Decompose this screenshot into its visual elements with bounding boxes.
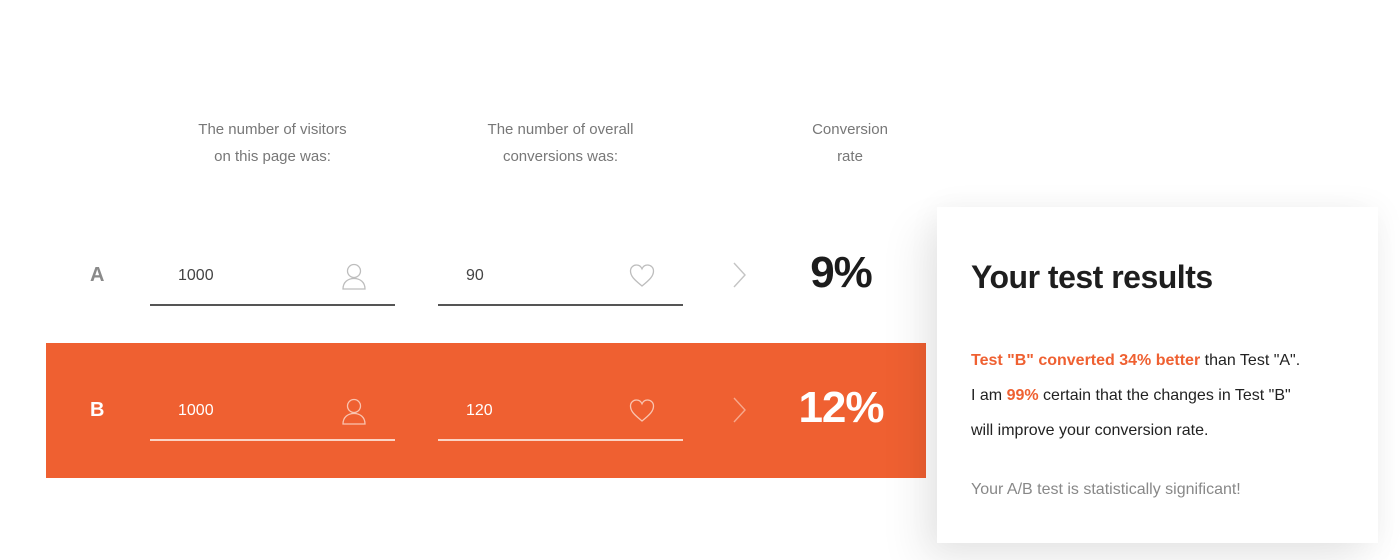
visitors-input-a[interactable] (178, 262, 328, 290)
results-line-1: Test "B" converted 34% better than Test … (971, 343, 1351, 378)
results-line-2-rest: certain that the changes in Test "B" (1038, 387, 1291, 404)
visitors-field-b[interactable] (150, 387, 395, 441)
heart-icon (629, 262, 655, 290)
visitors-input-b[interactable] (178, 397, 328, 425)
chevron-right-icon (732, 397, 746, 423)
conversions-field-b[interactable] (438, 387, 683, 441)
results-line-1-rest: than Test "A". (1200, 352, 1301, 369)
results-summary: Test "B" converted 34% better than Test … (971, 343, 1351, 448)
results-line-2-pre: I am (971, 387, 1007, 404)
conversions-input-a[interactable] (466, 262, 616, 290)
heart-icon (629, 397, 655, 425)
visitors-header-line2: on this page was: (214, 148, 331, 165)
user-icon (341, 262, 367, 290)
rate-header-line2: rate (837, 148, 863, 165)
results-title: Your test results (971, 259, 1213, 295)
visitors-column-header: The number of visitors on this page was: (150, 116, 395, 170)
results-card: Your test results Test "B" converted 34%… (937, 207, 1378, 543)
significance-message: Your A/B test is statistically significa… (971, 481, 1241, 498)
conversions-input-b[interactable] (466, 397, 616, 425)
conversions-column-header: The number of overall conversions was: (438, 116, 683, 170)
row-label-a: A (90, 264, 105, 286)
conversion-rate-b: 12% (798, 383, 884, 432)
conversions-header-line1: The number of overall (487, 121, 634, 138)
test-row-b: B 12% (46, 343, 926, 478)
improvement-highlight: Test "B" converted 34% better (971, 352, 1201, 369)
conversion-rate-a: 9% (810, 248, 873, 297)
ab-test-calculator: The number of visitors on this page was:… (0, 0, 1400, 560)
results-line-3: will improve your conversion rate. (971, 422, 1209, 439)
rate-header-line1: Conversion (812, 121, 888, 138)
conversions-header-line2: conversions was: (502, 148, 619, 165)
rate-column-header: Conversion rate (770, 116, 930, 170)
visitors-field-a[interactable] (150, 252, 395, 306)
chevron-right-icon (732, 262, 746, 288)
certainty-highlight: 99% (1006, 387, 1039, 404)
results-line-2: I am 99% certain that the changes in Tes… (971, 378, 1351, 413)
conversions-field-a[interactable] (438, 252, 683, 306)
visitors-header-line1: The number of visitors (198, 121, 347, 138)
test-row-a: A 9% (46, 208, 926, 343)
user-icon (341, 397, 367, 425)
row-label-b: B (90, 399, 105, 421)
